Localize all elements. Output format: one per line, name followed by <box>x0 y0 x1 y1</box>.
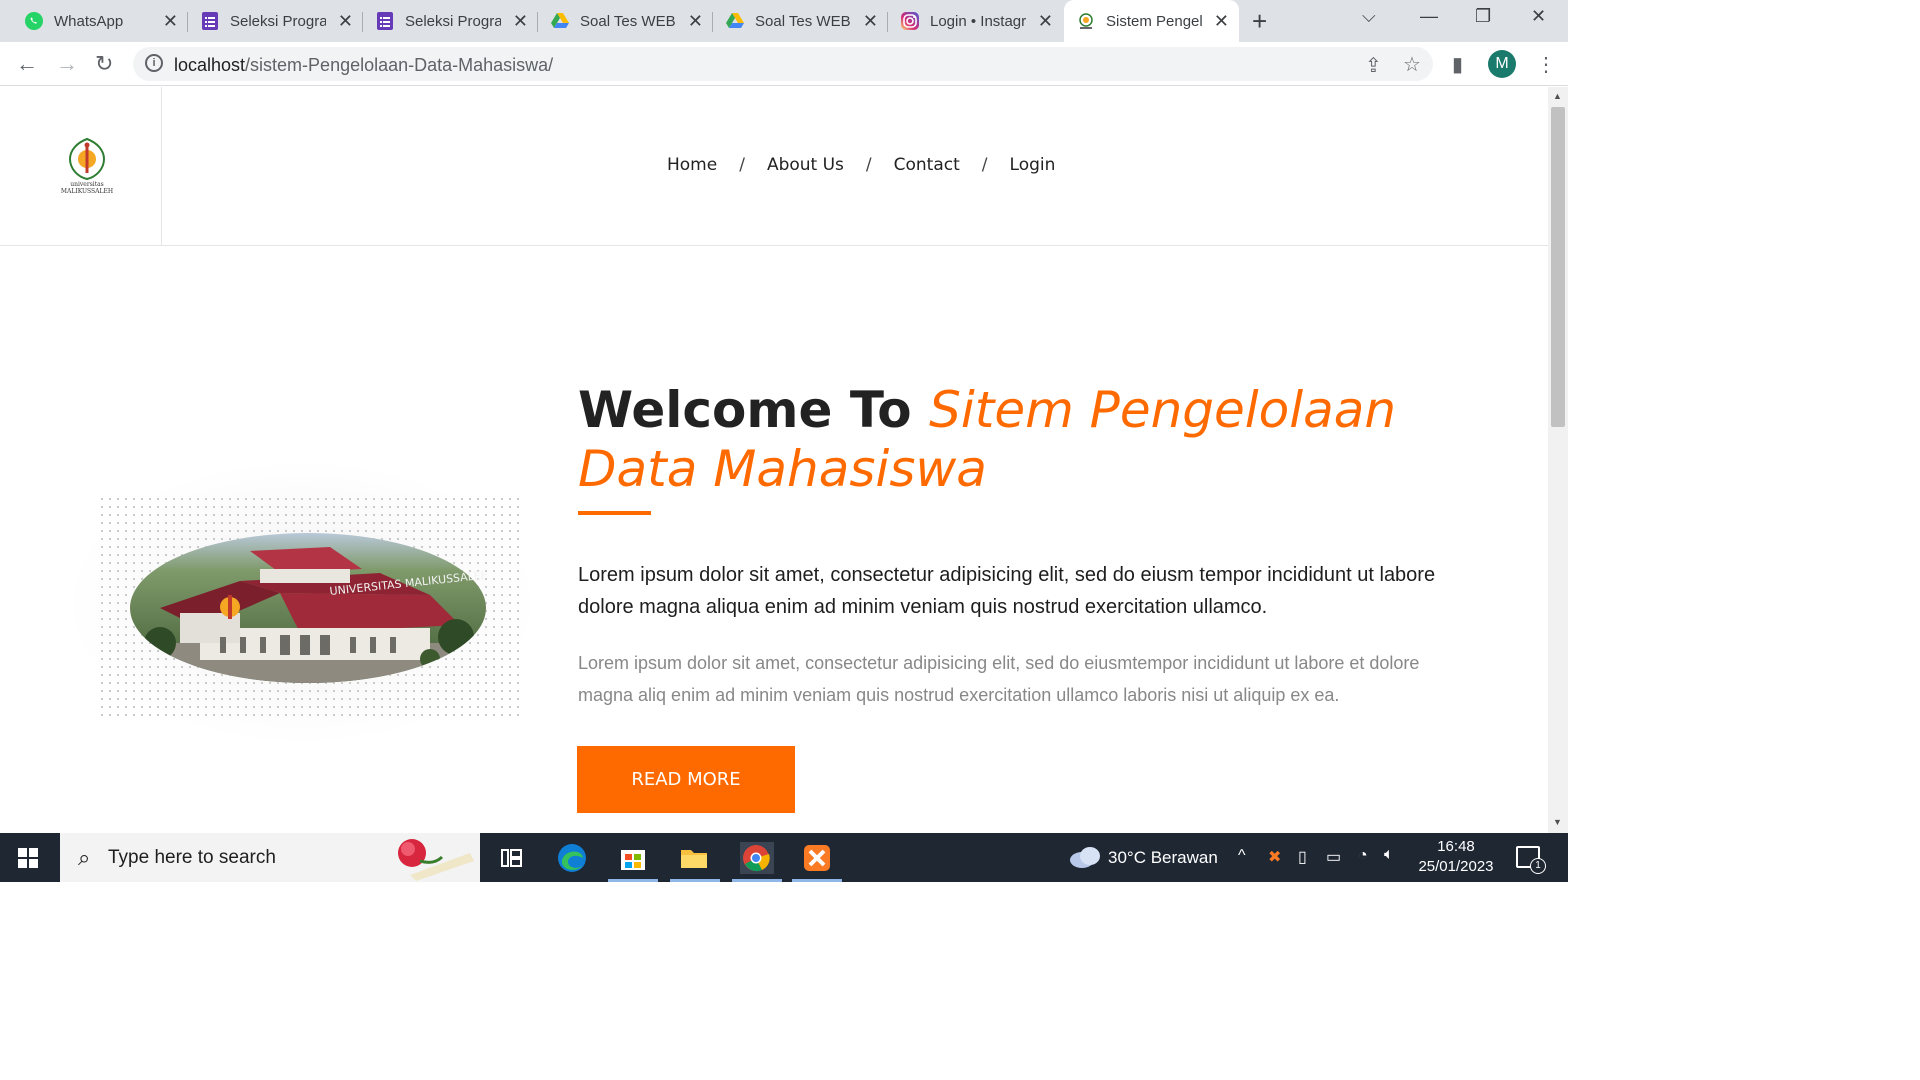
tab-sistem-pengelolaan[interactable]: Sistem Pengelolaan ✕ <box>1064 0 1239 42</box>
browser-tab-strip: WhatsApp ✕ Seleksi Program ✕ Seleksi Pro… <box>0 0 1568 42</box>
restore-icon[interactable]: ❐ <box>1475 6 1491 27</box>
tab-soal-tes-2[interactable]: Soal Tes WEB D ✕ <box>713 0 888 42</box>
close-icon[interactable]: ✕ <box>1214 11 1229 32</box>
xampp-tray-icon[interactable]: ✖ <box>1268 847 1281 867</box>
site-header: universitas MALIKUSSALEH Home / About Us… <box>0 87 1548 246</box>
explorer-running-indicator <box>670 879 720 882</box>
taskbar-search-box[interactable]: ⌕ Type here to search <box>60 833 480 882</box>
tab-instagram[interactable]: Login • Instagram ✕ <box>888 0 1063 42</box>
headline-plain: Welcome To <box>578 381 912 439</box>
taskbar-clock[interactable]: 16:48 25/01/2023 <box>1418 837 1494 877</box>
scroll-up-icon[interactable]: ▲ <box>1553 91 1562 101</box>
weather-text[interactable]: 30°C Berawan <box>1108 848 1218 868</box>
xampp-running-indicator <box>792 879 842 882</box>
page-scrollbar[interactable]: ▲ ▼ <box>1548 87 1568 833</box>
site-logo[interactable]: universitas MALIKUSSALEH <box>0 87 162 246</box>
microsoft-store-icon[interactable] <box>617 842 649 874</box>
close-icon[interactable]: ✕ <box>163 11 178 32</box>
read-more-button[interactable]: READ MORE <box>577 746 795 813</box>
close-icon[interactable]: ✕ <box>338 11 353 32</box>
logo-caption: universitas MALIKUSSALEH <box>60 181 114 195</box>
chrome-running-indicator <box>732 879 782 882</box>
nav-about-us[interactable]: About Us <box>767 155 844 175</box>
tab-seleksi-1[interactable]: Seleksi Program ✕ <box>188 0 363 42</box>
forms-icon <box>375 11 395 31</box>
search-placeholder: Type here to search <box>108 847 276 868</box>
main-nav: Home / About Us / Contact / Login <box>667 155 1055 175</box>
nav-separator: / <box>981 155 988 175</box>
xampp-icon[interactable] <box>801 842 833 874</box>
nav-separator: / <box>739 155 745 175</box>
notification-count-badge: 1 <box>1530 858 1546 874</box>
volume-icon[interactable]: 🔈︎ <box>1384 846 1394 864</box>
drive-icon <box>550 11 570 31</box>
university-crest-icon <box>68 137 106 181</box>
back-icon[interactable]: ← <box>16 51 38 77</box>
show-hidden-icons-chevron-icon[interactable]: ^ <box>1238 847 1246 865</box>
new-tab-button[interactable]: + <box>1252 6 1267 37</box>
nav-home[interactable]: Home <box>667 155 717 175</box>
site-info-icon[interactable]: i <box>145 54 163 72</box>
share-icon[interactable]: ⇪ <box>1365 53 1382 78</box>
hero-body-text: Lorem ipsum dolor sit amet, consectetur … <box>578 653 1420 705</box>
nav-contact[interactable]: Contact <box>894 155 960 175</box>
address-bar[interactable]: i localhost/sistem-Pengelolaan-Data-Maha… <box>133 47 1433 81</box>
profile-avatar[interactable]: M <box>1488 50 1516 78</box>
hero-headline: Welcome To Sitem Pengelolaan Data Mahasi… <box>578 381 1478 499</box>
forward-icon[interactable]: → <box>56 51 78 77</box>
address-url: localhost/sistem-Pengelolaan-Data-Mahasi… <box>174 55 554 75</box>
close-icon[interactable]: ✕ <box>1038 11 1053 32</box>
battery-icon[interactable]: ▭ <box>1326 847 1341 867</box>
chrome-icon[interactable] <box>740 842 774 874</box>
headline-underline <box>578 511 651 515</box>
store-running-indicator <box>608 879 658 882</box>
meet-now-icon[interactable]: ▯ <box>1298 847 1307 867</box>
window-close-icon[interactable]: ✕ <box>1531 6 1546 27</box>
close-icon[interactable]: ✕ <box>513 11 528 32</box>
file-explorer-icon[interactable] <box>678 842 710 874</box>
windows-start-icon[interactable] <box>18 848 38 868</box>
windows-taskbar: ⌕ Type here to search 30°C Berawan ^ ✖ ▯… <box>0 833 1568 882</box>
tab-search-chevron-icon[interactable]: ⌵ <box>1362 6 1376 27</box>
side-panel-icon[interactable]: ▮ <box>1452 52 1463 77</box>
search-icon: ⌕ <box>78 845 91 870</box>
tab-whatsapp[interactable]: WhatsApp ✕ <box>0 0 188 42</box>
university-logo-icon <box>1076 11 1096 31</box>
scroll-down-icon[interactable]: ▼ <box>1553 817 1562 827</box>
nav-separator: / <box>865 155 872 175</box>
scrollbar-thumb[interactable] <box>1551 107 1565 427</box>
instagram-icon <box>900 11 920 31</box>
tab-seleksi-2[interactable]: Seleksi Program ✕ <box>363 0 538 42</box>
minimize-icon[interactable]: — <box>1420 6 1438 27</box>
weather-cloud-icon[interactable] <box>1068 845 1102 869</box>
more-menu-icon[interactable]: ⋮ <box>1536 52 1556 77</box>
edge-icon[interactable] <box>556 842 588 874</box>
forms-icon <box>200 11 220 31</box>
browser-toolbar: ← → ↻ i localhost/sistem-Pengelolaan-Dat… <box>0 42 1568 86</box>
close-icon[interactable]: ✕ <box>688 11 703 32</box>
campus-photo: UNIVERSITAS MALIKUSSALEH <box>130 533 486 683</box>
drive-icon <box>725 11 745 31</box>
whatsapp-icon <box>24 11 44 31</box>
hero-lead-text: Lorem ipsum dolor sit amet, consectetur … <box>578 564 1436 618</box>
nav-login[interactable]: Login <box>1010 155 1056 175</box>
task-view-icon[interactable] <box>496 842 528 874</box>
tab-soal-tes-1[interactable]: Soal Tes WEB D ✕ <box>538 0 713 42</box>
wifi-icon[interactable]: ◔ <box>1358 847 1368 865</box>
notification-center-icon[interactable]: 1 <box>1516 846 1546 874</box>
close-icon[interactable]: ✕ <box>863 11 878 32</box>
reload-icon[interactable]: ↻ <box>95 51 113 77</box>
bookmark-star-icon[interactable]: ☆ <box>1403 52 1421 77</box>
search-highlight-flower-icon <box>398 839 474 881</box>
page-viewport: universitas MALIKUSSALEH Home / About Us… <box>0 87 1548 833</box>
